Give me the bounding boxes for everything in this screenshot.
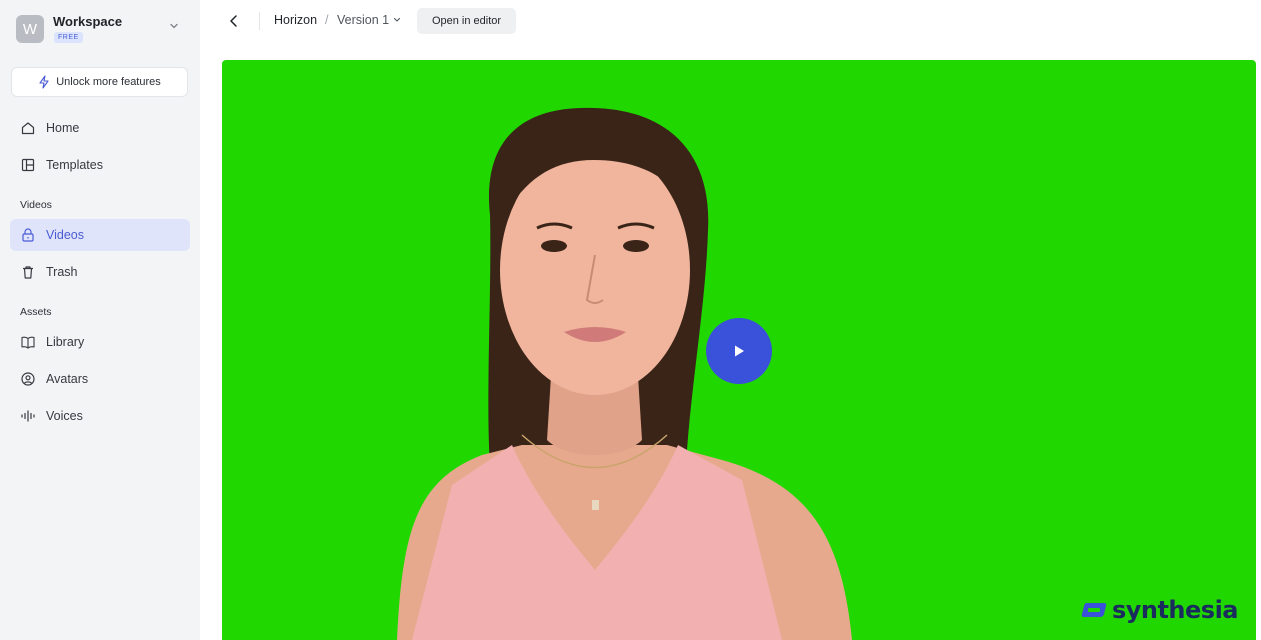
lightning-icon — [39, 75, 49, 89]
templates-icon — [21, 158, 35, 172]
sidebar: W Workspace FREE Unlock more features Ho… — [0, 0, 200, 640]
book-icon — [21, 336, 35, 349]
sidebar-item-label: Voices — [46, 409, 83, 423]
unlock-features-label: Unlock more features — [56, 76, 161, 88]
open-in-editor-button[interactable]: Open in editor — [417, 8, 516, 34]
synthesia-logo-mark — [1081, 603, 1107, 617]
synthesia-logo: synthesia — [1080, 596, 1239, 624]
sidebar-item-label: Library — [46, 335, 85, 349]
toolbar-divider — [259, 12, 260, 30]
lock-icon — [22, 228, 34, 242]
sidebar-item-home[interactable]: Home — [10, 112, 190, 144]
breadcrumb-project[interactable]: Horizon — [274, 13, 317, 27]
sidebar-item-videos[interactable]: Videos — [10, 219, 190, 251]
section-heading-videos: Videos — [20, 199, 52, 211]
waveform-icon — [21, 410, 35, 422]
sidebar-item-label: Trash — [46, 265, 78, 279]
logo-text: synthesia — [1111, 596, 1239, 624]
sidebar-item-templates[interactable]: Templates — [10, 149, 190, 181]
version-selector[interactable]: Version 1 — [337, 13, 389, 27]
sidebar-item-label: Avatars — [46, 372, 89, 386]
home-icon — [21, 122, 35, 135]
sidebar-item-trash[interactable]: Trash — [10, 256, 190, 288]
workspace-switcher[interactable]: W Workspace FREE — [14, 12, 190, 46]
sidebar-item-library[interactable]: Library — [10, 326, 190, 358]
trash-icon — [23, 266, 33, 279]
sidebar-item-label: Templates — [46, 158, 103, 172]
sidebar-item-label: Home — [46, 121, 80, 135]
play-icon — [735, 345, 744, 357]
back-arrow-icon[interactable] — [227, 13, 241, 29]
sidebar-item-voices[interactable]: Voices — [10, 400, 190, 432]
video-player[interactable]: synthesia — [222, 60, 1256, 640]
chevron-down-icon[interactable] — [393, 16, 401, 24]
sidebar-item-avatars[interactable]: Avatars — [10, 363, 190, 395]
section-heading-assets: Assets — [20, 306, 52, 318]
breadcrumb-separator: / — [325, 13, 329, 27]
plan-badge: FREE — [54, 32, 83, 43]
workspace-name: Workspace — [53, 14, 123, 29]
chevron-down-icon — [170, 23, 178, 29]
workspace-avatar: W — [16, 15, 44, 43]
sidebar-item-label: Videos — [46, 228, 84, 242]
avatar-icon — [21, 372, 35, 386]
play-button[interactable] — [706, 318, 772, 384]
unlock-features-button[interactable]: Unlock more features — [11, 67, 188, 97]
